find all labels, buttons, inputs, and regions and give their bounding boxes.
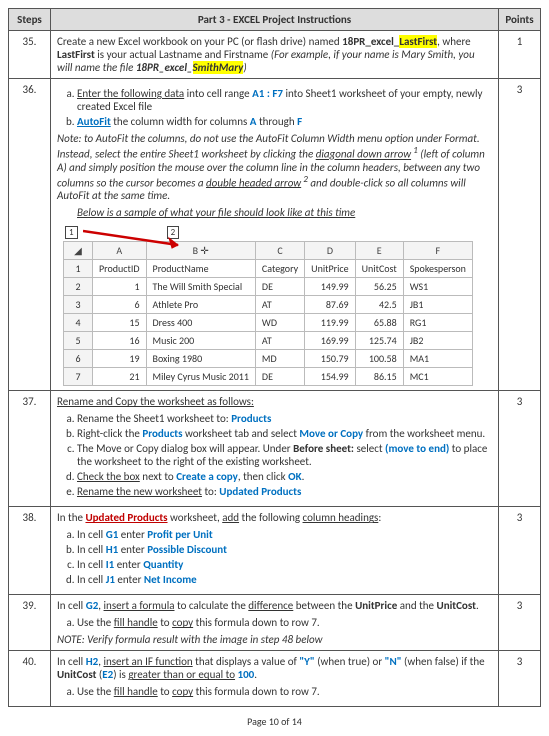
- header-steps: Steps: [9, 9, 51, 31]
- step-number: 37.: [9, 391, 51, 507]
- step-number: 36.: [9, 79, 51, 391]
- step-points: 3: [499, 79, 541, 391]
- step-row: 37. Rename and Copy the worksheet as fol…: [9, 391, 541, 507]
- step-points: 3: [499, 391, 541, 507]
- step-points: 3: [499, 507, 541, 595]
- page-footer: Page 10 of 14: [8, 715, 541, 728]
- step-row: 36. Enter the following data into cell r…: [9, 79, 541, 391]
- step-number: 39.: [9, 595, 51, 651]
- step-row: 39. In cell G2, insert a formula to calc…: [9, 595, 541, 651]
- step-body: Rename and Copy the worksheet as follows…: [51, 391, 499, 507]
- step-row: 40. In cell H2, insert an IF function th…: [9, 651, 541, 707]
- step-points: 3: [499, 595, 541, 651]
- excel-sample: 1 2 ◢ A B ✛ C D E F: [63, 225, 492, 386]
- step-row: 38. In the Updated Products worksheet, a…: [9, 507, 541, 595]
- red-arrow-icon: [83, 227, 193, 252]
- callout-1: 1: [65, 226, 78, 239]
- step-body: In the Updated Products worksheet, add t…: [51, 507, 499, 595]
- step-points: 1: [499, 31, 541, 79]
- step-number: 40.: [9, 651, 51, 707]
- step-body: Create a new Excel workbook on your PC (…: [51, 31, 499, 79]
- step-number: 35.: [9, 31, 51, 79]
- step-points: 3: [499, 651, 541, 707]
- step-body: Enter the following data into cell range…: [51, 79, 499, 391]
- step-body: In cell G2, insert a formula to calculat…: [51, 595, 499, 651]
- header-points: Points: [499, 9, 541, 31]
- step-number: 38.: [9, 507, 51, 595]
- step-row: 35. Create a new Excel workbook on your …: [9, 31, 541, 79]
- header-part: Part 3 - EXCEL Project Instructions: [51, 9, 499, 31]
- step-body: In cell H2, insert an IF function that d…: [51, 651, 499, 707]
- resize-cursor-icon: ✛: [200, 244, 208, 257]
- instructions-table: Steps Part 3 - EXCEL Project Instruction…: [8, 8, 541, 707]
